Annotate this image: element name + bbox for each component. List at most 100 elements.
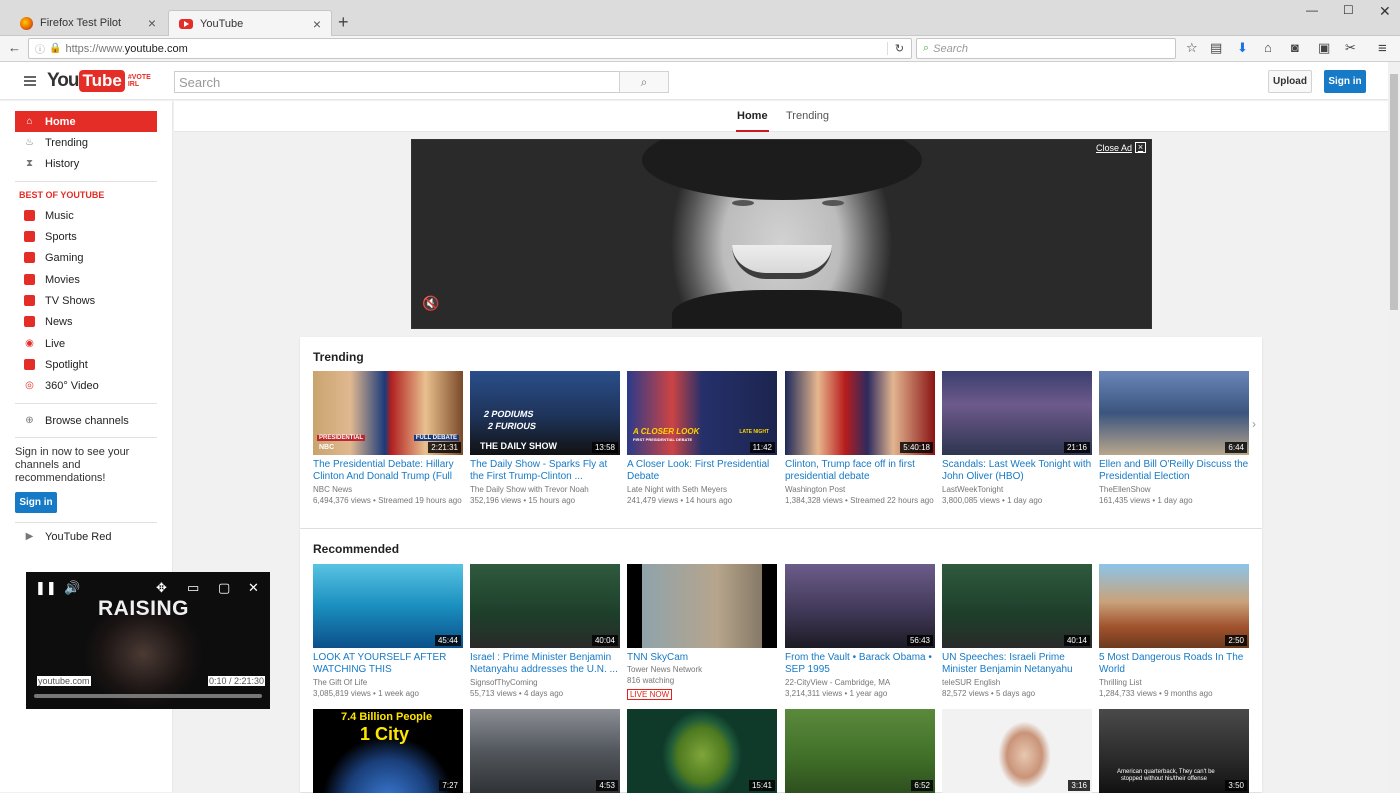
sidebar-item-gaming[interactable]: Gaming (15, 247, 157, 268)
video-card[interactable]: 4:53 (470, 709, 620, 793)
close-ad-button[interactable]: Close Ad × (1096, 142, 1147, 153)
sidebar-item-youtube-red[interactable]: ▶ YouTube Red (15, 526, 157, 547)
tab-home[interactable]: Home (736, 110, 769, 132)
url-bar[interactable]: ⓘ 🔒 https://www. youtube.com ↻ (28, 38, 912, 59)
scrollbar-thumb[interactable] (1390, 74, 1398, 310)
search-engine-icon[interactable]: ⌕ (923, 42, 929, 55)
video-card[interactable]: 56:43 From the Vault • Barack Obama • SE… (785, 564, 935, 699)
close-tab-icon[interactable]: × (313, 16, 321, 32)
video-thumbnail[interactable]: A CLOSER LOOK FIRST PRESIDENTIAL DEBATE … (627, 371, 777, 455)
video-channel[interactable]: The Daily Show with Trevor Noah (470, 484, 620, 495)
close-tab-icon[interactable]: × (148, 15, 156, 31)
video-channel[interactable]: TheEllenShow (1099, 484, 1249, 495)
pocket-icon[interactable]: ◙ (1291, 40, 1299, 55)
back-icon[interactable]: ← (8, 40, 21, 55)
video-card[interactable]: 2 PODIUMS 2 FURIOUS THE DAILY SHOW 13:58… (470, 371, 620, 506)
video-card[interactable]: PRESIDENTIAL NBC FULL DEBATE 2:21:31 The… (313, 371, 463, 506)
video-channel[interactable]: Washington Post (785, 484, 935, 495)
video-thumbnail[interactable]: 4:53 (470, 709, 620, 793)
video-thumbnail[interactable]: 5:40:18 (785, 371, 935, 455)
browser-search-field[interactable]: ⌕ Search (916, 38, 1176, 59)
video-channel[interactable]: SignsofThyComing (470, 677, 620, 688)
video-channel[interactable]: Late Night with Seth Meyers (627, 484, 777, 495)
sidebar-item-live[interactable]: ◉ Live (15, 333, 157, 354)
sidebar-item-browse-channels[interactable]: ⊕ Browse channels (15, 410, 157, 431)
sidebar-item-tv-shows[interactable]: TV Shows (15, 290, 157, 311)
video-title[interactable]: Clinton, Trump face off in first preside… (785, 459, 935, 484)
video-thumbnail[interactable]: PRESIDENTIAL NBC FULL DEBATE 2:21:31 (313, 371, 463, 455)
video-card[interactable]: 21:16 Scandals: Last Week Tonight with J… (942, 371, 1092, 506)
video-thumbnail[interactable]: 45:44 (313, 564, 463, 648)
video-thumbnail[interactable]: 21:16 (942, 371, 1092, 455)
video-title[interactable]: Ellen and Bill O'Reilly Discuss the Pres… (1099, 459, 1249, 484)
sign-in-button[interactable]: Sign in (1324, 70, 1366, 93)
mini-player-progress[interactable] (34, 694, 262, 698)
video-card[interactable]: A CLOSER LOOK FIRST PRESIDENTIAL DEBATE … (627, 371, 777, 506)
video-channel[interactable]: Tower News Network (627, 664, 777, 675)
sidebar-item-360-video[interactable]: ◎ 360° Video (15, 375, 157, 396)
tab-trending[interactable]: Trending (786, 110, 829, 122)
minimize-icon[interactable]: — (1306, 3, 1318, 17)
video-card[interactable]: 40:14 UN Speeches: Israeli Prime Ministe… (942, 564, 1092, 699)
screenshot-icon[interactable]: ✂ (1345, 40, 1356, 56)
video-card[interactable]: 6:44 Ellen and Bill O'Reilly Discuss the… (1099, 371, 1249, 506)
video-channel[interactable]: teleSUR English (942, 677, 1092, 688)
video-thumbnail[interactable]: 6:44 (1099, 371, 1249, 455)
video-card[interactable]: 5:40:18 Clinton, Trump face off in first… (785, 371, 935, 506)
video-thumbnail[interactable]: American quarterback, They can't be stop… (1099, 709, 1249, 793)
video-card[interactable]: American quarterback, They can't be stop… (1099, 709, 1249, 793)
video-thumbnail[interactable]: 56:43 (785, 564, 935, 648)
video-channel[interactable]: Thrilling List (1099, 677, 1249, 688)
video-channel[interactable]: LastWeekTonight (942, 484, 1092, 495)
bookmark-star-icon[interactable]: ☆ (1186, 40, 1198, 56)
sidebar-item-history[interactable]: ⧗ History (15, 153, 157, 174)
youtube-logo[interactable]: You Tube #VOTE IRL (47, 70, 151, 92)
chevron-right-icon[interactable]: › (1252, 417, 1256, 431)
sidebar-item-spotlight[interactable]: Spotlight (15, 354, 157, 375)
home-browser-icon[interactable]: ⌂ (1264, 40, 1272, 55)
browser-tab-youtube[interactable]: YouTube × (168, 10, 332, 36)
video-thumbnail[interactable]: 2:50 (1099, 564, 1249, 648)
video-thumbnail[interactable]: 15:41 (627, 709, 777, 793)
info-icon[interactable]: ⓘ (35, 41, 45, 56)
download-icon[interactable]: ⬇ (1237, 40, 1248, 56)
video-card[interactable]: 3:16 (942, 709, 1092, 793)
video-title[interactable]: From the Vault • Barack Obama • SEP 1995 (785, 652, 935, 677)
muted-speaker-icon[interactable]: 🔇 (422, 295, 439, 312)
sidebar-item-music[interactable]: Music (15, 205, 157, 226)
masthead-ad[interactable]: Close Ad × 🔇 (411, 139, 1152, 329)
video-title[interactable]: The Presidential Debate: Hillary Clinton… (313, 459, 463, 484)
video-title[interactable]: Israel : Prime Minister Benjamin Netanya… (470, 652, 620, 677)
video-card[interactable]: 7.4 Billion People 1 City 7:27 (313, 709, 463, 793)
video-thumbnail[interactable]: 7.4 Billion People 1 City 7:27 (313, 709, 463, 793)
maximize-icon[interactable]: ☐ (1343, 3, 1354, 17)
sidebar-item-trending[interactable]: ♨ Trending (15, 132, 157, 153)
sidebar-item-movies[interactable]: Movies (15, 269, 157, 290)
reading-list-icon[interactable]: ▤ (1210, 40, 1222, 56)
video-title[interactable]: A Closer Look: First Presidential Debate (627, 459, 777, 484)
video-thumbnail[interactable]: 40:14 (942, 564, 1092, 648)
video-title[interactable]: 5 Most Dangerous Roads In The World (1099, 652, 1249, 677)
video-card[interactable]: 45:44 LOOK AT YOURSELF AFTER WATCHING TH… (313, 564, 463, 699)
video-channel[interactable]: NBC News (313, 484, 463, 495)
test-pilot-icon[interactable]: ▣ (1318, 40, 1330, 56)
browser-tab-test-pilot[interactable]: Firefox Test Pilot × (10, 10, 166, 36)
video-card[interactable]: TNN SkyCam Tower News Network 816 watchi… (627, 564, 777, 700)
video-card[interactable]: 2:50 5 Most Dangerous Roads In The World… (1099, 564, 1249, 699)
new-tab-icon[interactable]: + (338, 12, 349, 33)
menu-icon[interactable]: ≡ (1378, 40, 1387, 57)
upload-button[interactable]: Upload (1268, 70, 1312, 93)
mini-player[interactable]: ❚❚ 🔊 ✥ ▭ ▢ ✕ RAISING youtube.com 0:10 / … (26, 572, 270, 709)
volume-icon[interactable]: 🔊 (64, 580, 80, 596)
video-thumbnail[interactable] (627, 564, 777, 648)
video-title[interactable]: LOOK AT YOURSELF AFTER WATCHING THIS (313, 652, 463, 677)
sidebar-item-home[interactable]: ⌂ Home (15, 111, 157, 132)
video-card[interactable]: 40:04 Israel : Prime Minister Benjamin N… (470, 564, 620, 699)
video-thumbnail[interactable]: 40:04 (470, 564, 620, 648)
close-player-icon[interactable]: ✕ (248, 580, 259, 596)
video-card[interactable]: 15:41 (627, 709, 777, 793)
video-title[interactable]: TNN SkyCam (627, 652, 777, 664)
sidebar-item-sports[interactable]: Sports (15, 226, 157, 247)
video-title[interactable]: Scandals: Last Week Tonight with John Ol… (942, 459, 1092, 484)
video-thumbnail[interactable]: 2 PODIUMS 2 FURIOUS THE DAILY SHOW 13:58 (470, 371, 620, 455)
